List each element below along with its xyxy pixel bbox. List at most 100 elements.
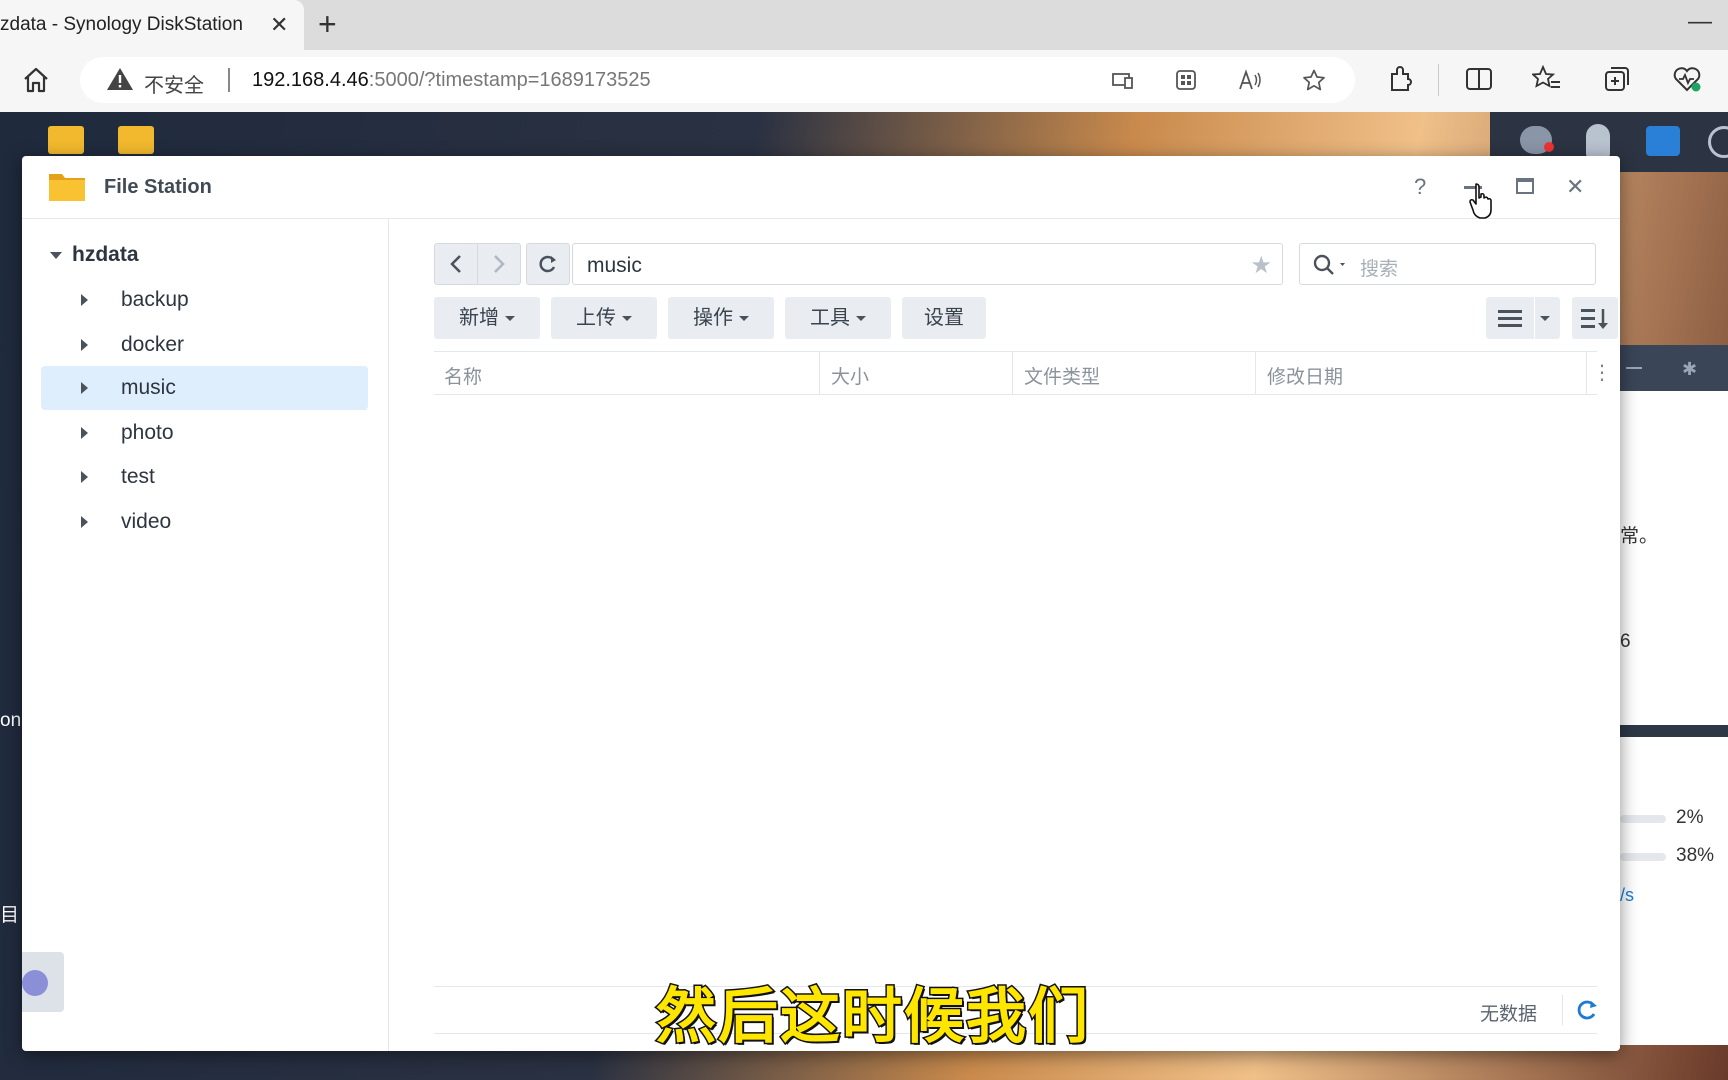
action-button[interactable]: 操作: [668, 297, 774, 339]
chevron-left-icon: [450, 255, 461, 273]
tree-item-docker[interactable]: docker: [41, 323, 368, 367]
tab-close-icon[interactable]: ✕: [270, 12, 288, 38]
qr-code-icon[interactable]: [1174, 69, 1198, 91]
mouse-cursor-icon: [1469, 183, 1492, 219]
collections-icon[interactable]: [1602, 64, 1632, 94]
tree-item-photo[interactable]: photo: [41, 411, 368, 455]
widget-minimize-icon[interactable]: [1626, 367, 1642, 369]
widget-text: 6: [1620, 631, 1631, 652]
tools-button[interactable]: 工具: [785, 297, 891, 339]
column-divider: [1586, 352, 1587, 394]
column-size[interactable]: 大小: [831, 362, 869, 389]
file-station-app-icon: [49, 174, 85, 201]
app-available-icon[interactable]: [1110, 69, 1134, 91]
collapse-triangle-icon[interactable]: [81, 339, 88, 351]
close-icon[interactable]: ✕: [1566, 174, 1584, 200]
read-aloud-icon[interactable]: [1238, 69, 1262, 91]
widget-text: 常。: [1620, 526, 1659, 547]
browser-minimize-icon[interactable]: —: [1688, 8, 1712, 36]
tree-item-backup[interactable]: backup: [41, 278, 368, 322]
list-view-icon: [1498, 310, 1522, 327]
new-tab-icon[interactable]: +: [318, 6, 337, 43]
maximize-icon[interactable]: [1516, 178, 1534, 194]
window-titlebar[interactable]: File Station ? ✕: [22, 156, 1620, 219]
upload-button[interactable]: 上传: [551, 297, 657, 339]
create-button[interactable]: 新增: [434, 297, 540, 339]
file-list-pane: music ★ 搜索 新增 上传 操作 工具 设置 名称 大小 文件类型 修改日…: [389, 219, 1620, 1051]
user-icon[interactable]: [1586, 124, 1610, 158]
notification-dot: [1544, 142, 1554, 152]
widget-pin-icon[interactable]: ✱: [1682, 359, 1697, 380]
tree-item-music[interactable]: music: [41, 366, 368, 410]
path-input[interactable]: music ★: [572, 243, 1283, 285]
sort-button[interactable]: [1572, 297, 1618, 339]
file-station-window: File Station ? ✕ hzdata backup docker mu…: [22, 156, 1620, 1051]
search-input[interactable]: 搜索: [1299, 243, 1596, 285]
empty-status-text: 无数据: [1480, 1004, 1538, 1025]
address-bar-row: 不安全 192.168.4.46:5000/?timestamp=1689173…: [0, 50, 1728, 113]
column-modified[interactable]: 修改日期: [1267, 362, 1343, 389]
collapse-triangle-icon[interactable]: [81, 471, 88, 483]
tab-title: zdata - Synology DiskStation: [0, 14, 243, 35]
column-name[interactable]: 名称: [444, 362, 482, 389]
refresh-button[interactable]: [526, 243, 570, 285]
split-screen-icon[interactable]: [1464, 64, 1494, 94]
expand-triangle-icon[interactable]: [50, 251, 62, 259]
chevron-right-icon: [494, 255, 505, 273]
help-icon[interactable]: ?: [1414, 174, 1426, 200]
desktop-folder-icon[interactable]: [118, 126, 154, 154]
video-subtitle: 然后这时候我们: [655, 982, 1090, 1052]
memory-bar: [1620, 853, 1666, 861]
tree-root-hzdata[interactable]: hzdata: [50, 243, 139, 267]
extensions-icon[interactable]: [1386, 64, 1416, 94]
tree-item-test[interactable]: test: [41, 455, 368, 499]
status-divider: [1562, 995, 1563, 1025]
view-mode-button[interactable]: [1486, 297, 1560, 339]
column-divider[interactable]: [1255, 352, 1256, 394]
collapse-triangle-icon[interactable]: [81, 516, 88, 528]
insecure-label: 不安全: [144, 75, 204, 97]
browser-tab[interactable]: zdata - Synology DiskStation ✕: [0, 0, 304, 50]
reload-icon[interactable]: [1574, 997, 1600, 1023]
widgets-icon[interactable]: [1646, 126, 1680, 156]
column-divider[interactable]: [819, 352, 820, 394]
tree-item-video[interactable]: video: [41, 500, 368, 544]
browser-tabbar: zdata - Synology DiskStation ✕ + —: [0, 0, 1728, 50]
file-list-header: 名称 大小 文件类型 修改日期 ⋮: [434, 351, 1612, 395]
home-icon[interactable]: [20, 64, 52, 96]
refresh-icon: [539, 255, 556, 273]
favorite-star-icon[interactable]: [1302, 69, 1326, 91]
memory-percent: 38%: [1676, 845, 1715, 866]
toolbar-divider: [1438, 64, 1439, 96]
browser-essentials-icon[interactable]: [1672, 64, 1702, 94]
sort-icon: [1581, 309, 1608, 329]
cpu-percent: 2%: [1676, 807, 1704, 828]
dropdown-caret-icon[interactable]: [1540, 316, 1550, 321]
desktop-label-fragment: on: [0, 710, 22, 731]
dropdown-caret-icon: [856, 316, 866, 322]
column-divider[interactable]: [1012, 352, 1013, 394]
forward-button[interactable]: [477, 243, 521, 285]
audio-widget-button[interactable]: [22, 952, 64, 1012]
folder-tree: hzdata backup docker music photo test vi…: [22, 219, 389, 1051]
view-divider: [1534, 297, 1535, 339]
collapse-triangle-icon[interactable]: [81, 382, 88, 394]
warning-icon[interactable]: [106, 66, 134, 92]
url-bar[interactable]: 不安全 192.168.4.46:5000/?timestamp=1689173…: [80, 57, 1355, 103]
collapse-triangle-icon[interactable]: [81, 294, 88, 306]
search-icon: [1313, 254, 1345, 275]
column-type[interactable]: 文件类型: [1024, 362, 1100, 389]
collapse-triangle-icon[interactable]: [81, 427, 88, 439]
dropdown-caret-icon: [739, 316, 749, 322]
back-button[interactable]: [434, 243, 478, 285]
settings-button[interactable]: 设置: [902, 297, 986, 339]
desktop-folder-icon[interactable]: [48, 126, 84, 154]
bookmark-star-icon[interactable]: ★: [1250, 251, 1272, 280]
dropdown-caret-icon: [622, 316, 632, 322]
url-text[interactable]: 192.168.4.46:5000/?timestamp=1689173525: [252, 69, 651, 92]
search-icon[interactable]: [1708, 126, 1728, 158]
dropdown-caret-icon: [505, 316, 515, 322]
desktop-label-fragment: 目: [0, 905, 20, 926]
column-options-icon[interactable]: ⋮: [1592, 360, 1612, 385]
favorites-icon[interactable]: [1532, 64, 1562, 94]
